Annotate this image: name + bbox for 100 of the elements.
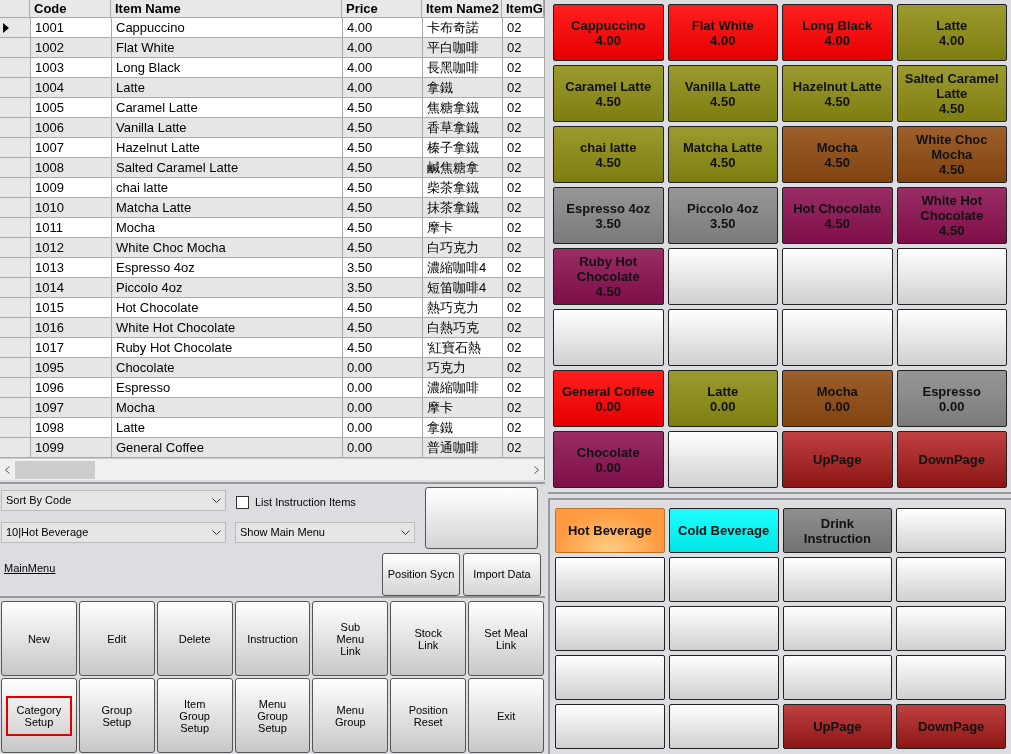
menu-item-button[interactable]: Piccolo 4oz 3.50 — [667, 187, 778, 244]
chevron-down-icon — [212, 530, 221, 535]
blank-button[interactable] — [896, 309, 1007, 366]
blank-button[interactable] — [553, 309, 664, 366]
column-header[interactable]: Code — [30, 0, 111, 17]
menu-item-button[interactable]: Salted Caramel Latte 4.50 — [896, 65, 1007, 122]
blank-button[interactable] — [555, 606, 665, 651]
blank-button[interactable] — [668, 704, 779, 749]
table-cell: White Choc Mocha — [112, 238, 343, 257]
table-cell: 1098 — [31, 418, 112, 437]
blank-button[interactable] — [555, 655, 665, 700]
table-cell: 02 — [503, 358, 545, 377]
action-button[interactable]: Position Reset — [390, 678, 467, 753]
table-cell: Cappuccino — [112, 18, 343, 37]
blank-button[interactable] — [896, 248, 1007, 305]
category-button[interactable]: Drink Instruction — [782, 508, 893, 553]
column-header[interactable]: Item Name2 — [422, 0, 502, 17]
action-button[interactable]: Edit — [78, 601, 155, 676]
menu-item-button[interactable]: Matcha Latte 4.50 — [667, 126, 778, 183]
menu-item-button[interactable]: Long Black 4.00 — [782, 4, 893, 61]
category-button[interactable]: Hot Beverage — [555, 508, 665, 553]
menu-dropdown[interactable]: Show Main Menu — [235, 522, 415, 543]
column-header[interactable]: Price — [342, 0, 422, 17]
action-button[interactable]: Menu Group Setup — [234, 678, 311, 753]
blank-button[interactable] — [896, 655, 1006, 700]
blank-button[interactable] — [668, 655, 779, 700]
main-menu-link[interactable]: MainMenu — [4, 560, 56, 577]
table-cell: 1001 — [31, 18, 112, 37]
checkbox[interactable] — [236, 495, 249, 509]
scroll-right-icon[interactable] — [534, 465, 539, 474]
blank-button[interactable] — [668, 606, 779, 651]
table-cell: 02 — [503, 398, 545, 417]
row-header[interactable] — [0, 18, 31, 37]
action-button[interactable]: New — [1, 601, 77, 676]
blank-button[interactable] — [782, 248, 893, 305]
table-cell: 白巧克力 — [423, 238, 503, 257]
menu-item-button[interactable]: Espresso 0.00 — [896, 370, 1007, 427]
blank-button[interactable] — [896, 557, 1006, 602]
menu-item-button[interactable]: Flat White 4.00 — [667, 4, 778, 61]
scroll-left-icon[interactable] — [5, 465, 10, 474]
column-header[interactable]: ItemG — [502, 0, 544, 17]
table-cell: 1096 — [31, 378, 112, 397]
checkbox-label: List Instruction Items — [255, 495, 356, 510]
table-cell: 巧克力 — [423, 358, 503, 377]
table-cell: Hazelnut Latte — [112, 138, 343, 157]
table-cell: Latte — [112, 78, 343, 97]
menu-item-button[interactable]: General Coffee 0.00 — [553, 370, 664, 427]
action-button[interactable]: Delete — [156, 601, 233, 676]
table-cell: 1009 — [31, 178, 112, 197]
scrollbar-thumb[interactable] — [15, 460, 95, 479]
blank-button[interactable] — [425, 487, 538, 549]
table-cell: 4.50 — [343, 318, 423, 337]
menu-item-button[interactable]: Hazelnut Latte 4.50 — [782, 65, 893, 122]
category-dropdown[interactable]: 10|Hot Beverage — [1, 522, 226, 543]
table-cell: Caramel Latte — [112, 98, 343, 117]
table-cell: 1010 — [31, 198, 112, 217]
action-button[interactable]: Stock Link — [390, 601, 467, 676]
table-cell: 0.00 — [343, 378, 423, 397]
menu-item-button[interactable]: Vanilla Latte 4.50 — [667, 65, 778, 122]
table-cell: 4.50 — [343, 138, 423, 157]
blank-button[interactable] — [896, 606, 1006, 651]
action-button[interactable]: Instruction — [234, 601, 311, 676]
blank-button[interactable] — [782, 606, 893, 651]
blank-button[interactable] — [782, 309, 893, 366]
blank-button[interactable] — [782, 557, 893, 602]
table-cell: Latte — [112, 418, 343, 437]
table-cell: 短笛咖啡4 — [423, 278, 503, 297]
menu-item-button[interactable]: Espresso 4oz 3.50 — [553, 187, 664, 244]
toolbar-button[interactable]: Import Data — [463, 553, 541, 596]
table-cell: Mocha — [112, 398, 343, 417]
blank-button[interactable] — [782, 655, 893, 700]
blank-button[interactable] — [667, 248, 778, 305]
menu-item-button[interactable]: Cappuccino 4.00 — [553, 4, 664, 61]
table-cell: 柴茶拿鐵 — [423, 178, 503, 197]
blank-button[interactable] — [667, 309, 778, 366]
action-button[interactable]: Sub Menu Link — [312, 601, 389, 676]
blank-button[interactable] — [667, 431, 778, 488]
action-button[interactable]: Category Setup — [1, 678, 77, 753]
sort-dropdown[interactable]: Sort By Code — [1, 490, 226, 511]
menu-item-button[interactable]: Latte 4.00 — [896, 4, 1007, 61]
blank-button[interactable] — [668, 557, 779, 602]
table-cell: Long Black — [112, 58, 343, 77]
menu-item-button[interactable]: Latte 0.00 — [667, 370, 778, 427]
table-cell: 1011 — [31, 218, 112, 237]
action-button[interactable]: Item Group Setup — [156, 678, 233, 753]
menu-item-button[interactable]: Caramel Latte 4.50 — [553, 65, 664, 122]
action-button[interactable]: Exit — [468, 678, 544, 753]
blank-button[interactable] — [555, 557, 665, 602]
category-button[interactable]: Cold Beverage — [668, 508, 779, 553]
blank-button[interactable] — [896, 508, 1006, 553]
action-button[interactable]: Set Meal Link — [468, 601, 544, 676]
column-header[interactable]: Item Name — [111, 0, 342, 17]
toolbar-button[interactable]: Position Sycn — [382, 553, 460, 596]
table-cell: General Coffee — [112, 438, 343, 457]
action-button[interactable]: Group Setup — [78, 678, 155, 753]
blank-button[interactable] — [555, 704, 665, 749]
table-cell: 1005 — [31, 98, 112, 117]
menu-item-button[interactable]: chai latte 4.50 — [553, 126, 664, 183]
action-button[interactable]: Menu Group — [312, 678, 389, 753]
table-cell: 02 — [503, 38, 545, 57]
